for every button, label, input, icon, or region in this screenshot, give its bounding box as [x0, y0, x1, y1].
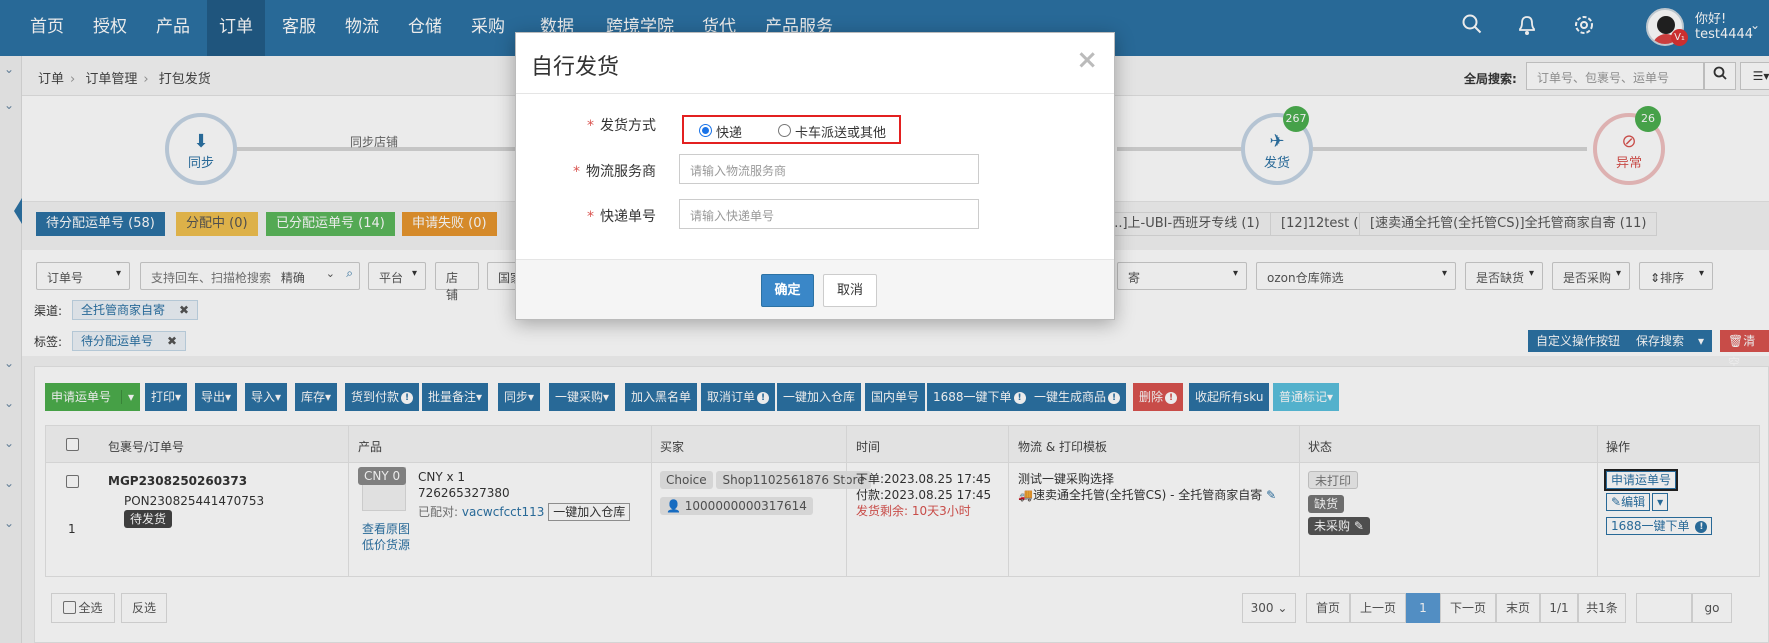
tracking-input[interactable]: 请输入快递单号 — [679, 199, 979, 229]
dialog-footer: 确定 取消 — [516, 259, 1114, 319]
radio-express-label[interactable]: 快递 — [716, 122, 742, 141]
dialog-header: 自行发货 × — [516, 33, 1114, 94]
label-text: 物流服务商 — [586, 164, 656, 180]
close-icon[interactable]: × — [1076, 45, 1098, 75]
provider-label: * 物流服务商 — [573, 164, 656, 180]
shipping-method-label: * 发货方式 — [587, 118, 656, 134]
radio-truck[interactable] — [778, 124, 791, 137]
label-text: 发货方式 — [600, 118, 656, 134]
radio-express[interactable] — [699, 124, 712, 137]
cancel-button[interactable]: 取消 — [823, 274, 877, 307]
dialog-title: 自行发货 — [531, 55, 620, 80]
radio-truck-label[interactable]: 卡车派送或其他 — [795, 122, 886, 141]
shipping-method-group: 快递 卡车派送或其他 — [682, 115, 901, 144]
provider-input[interactable]: 请输入物流服务商 — [679, 154, 979, 184]
tracking-label: * 快递单号 — [587, 209, 656, 225]
self-ship-dialog: 自行发货 × * 发货方式 快递 卡车派送或其他 * 物流服务商 请输入物流服务商 … — [515, 32, 1115, 320]
confirm-button[interactable]: 确定 — [761, 274, 814, 307]
label-text: 快递单号 — [600, 209, 656, 225]
